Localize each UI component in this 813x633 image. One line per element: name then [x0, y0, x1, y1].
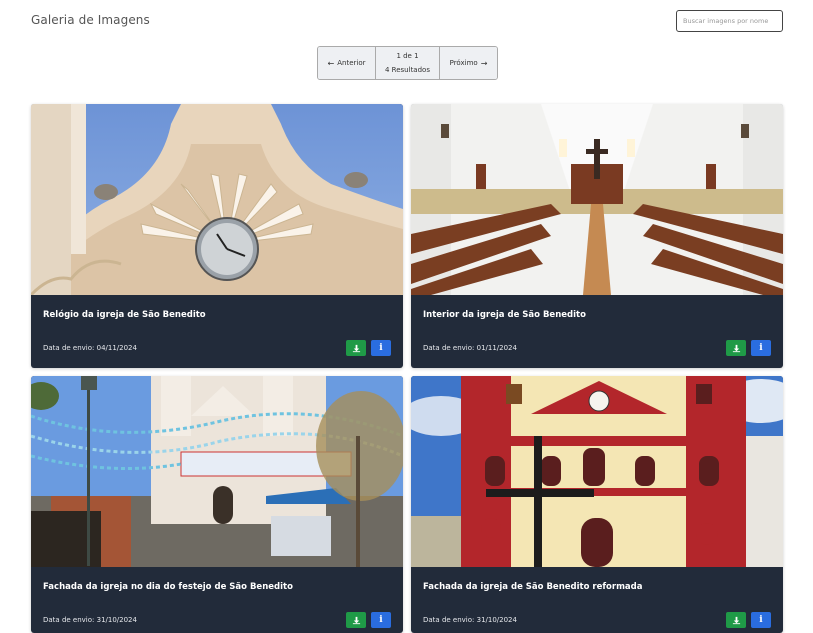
festival-facade-image[interactable]: [31, 376, 403, 567]
pagination: ← Anterior 1 de 1 4 Resultados Próximo →: [317, 46, 498, 80]
download-button[interactable]: [726, 612, 746, 628]
download-icon: [352, 616, 360, 624]
card-title: Relógio da igreja de São Benedito: [43, 310, 206, 320]
arrow-left-icon: ←: [327, 58, 335, 68]
card-date: Data de envio: 04/11/2024: [43, 344, 137, 352]
card-title: Interior da igreja de São Benedito: [423, 310, 586, 320]
card-actions: i: [346, 612, 391, 628]
download-icon: [732, 616, 740, 624]
gallery-card: Relógio da igreja de São Benedito Data d…: [31, 104, 403, 368]
info-button[interactable]: i: [371, 612, 391, 628]
card-actions: i: [726, 340, 771, 356]
info-button[interactable]: i: [751, 340, 771, 356]
card-date: Data de envio: 31/10/2024: [43, 616, 137, 624]
arrow-right-icon: →: [480, 58, 488, 68]
download-button[interactable]: [726, 340, 746, 356]
gallery-card: Interior da igreja de São Benedito Data …: [411, 104, 783, 368]
search-input[interactable]: [676, 10, 783, 32]
card-title: Fachada da igreja de São Benedito reform…: [423, 582, 643, 592]
info-icon: i: [379, 343, 383, 353]
page-count: 1 de 1: [396, 52, 419, 60]
card-date: Data de envio: 01/11/2024: [423, 344, 517, 352]
card-title: Fachada da igreja no dia do festejo de S…: [43, 582, 293, 592]
page-title: Galeria de Imagens: [31, 13, 150, 27]
renovated-facade-image[interactable]: [411, 376, 783, 567]
download-button[interactable]: [346, 612, 366, 628]
next-page-label: Próximo: [449, 59, 478, 67]
download-icon: [352, 344, 360, 352]
info-button[interactable]: i: [751, 612, 771, 628]
previous-page-button[interactable]: ← Anterior: [318, 47, 376, 79]
gallery-card: Fachada da igreja no dia do festejo de S…: [31, 376, 403, 633]
church-interior-image[interactable]: [411, 104, 783, 295]
previous-page-label: Anterior: [337, 59, 366, 67]
card-date: Data de envio: 31/10/2024: [423, 616, 517, 624]
info-icon: i: [759, 343, 763, 353]
download-button[interactable]: [346, 340, 366, 356]
gallery-card: Fachada da igreja de São Benedito reform…: [411, 376, 783, 633]
info-icon: i: [379, 615, 383, 625]
next-page-button[interactable]: Próximo →: [440, 47, 497, 79]
card-actions: i: [726, 612, 771, 628]
church-clock-image[interactable]: [31, 104, 403, 295]
card-actions: i: [346, 340, 391, 356]
results-count: 4 Resultados: [385, 66, 430, 74]
page-info: 1 de 1 4 Resultados: [376, 47, 440, 79]
download-icon: [732, 344, 740, 352]
info-button[interactable]: i: [371, 340, 391, 356]
info-icon: i: [759, 615, 763, 625]
